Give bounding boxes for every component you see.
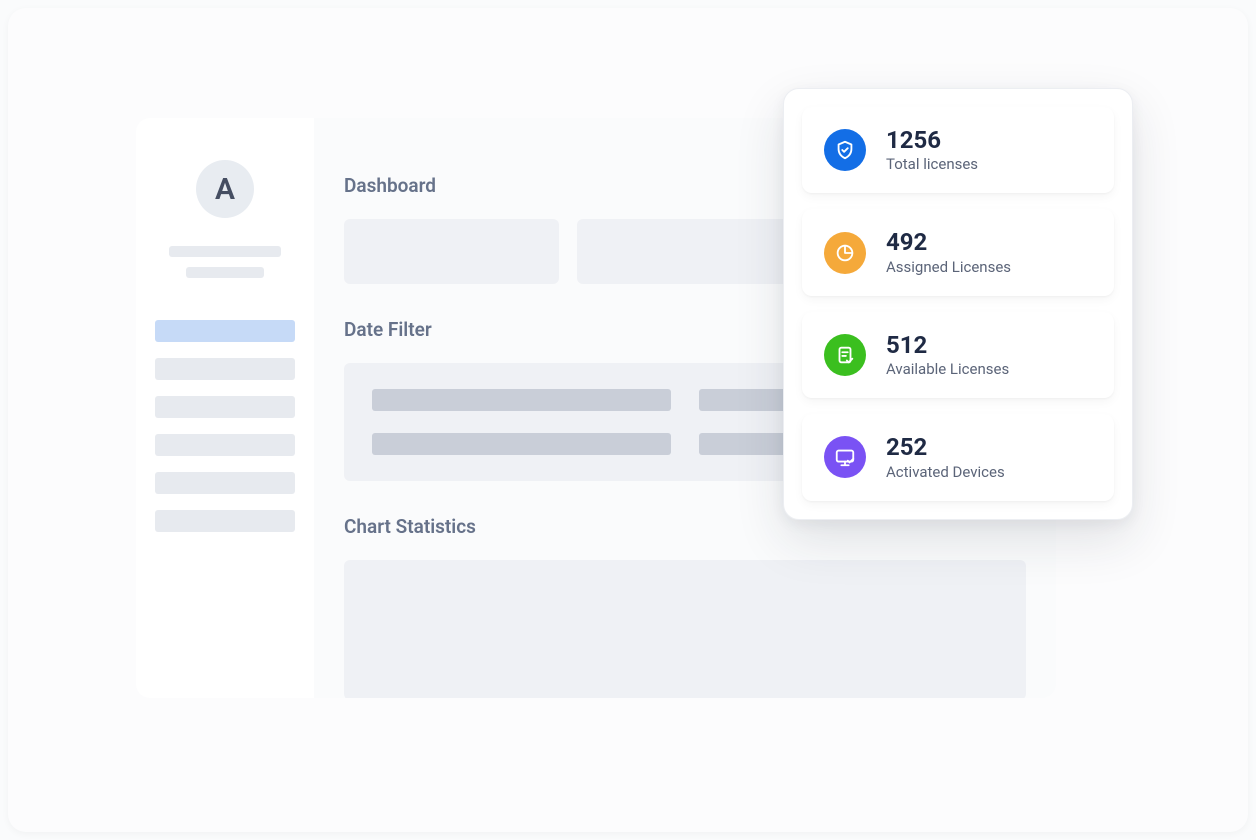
- stat-card-assigned-licenses[interactable]: 492 Assigned Licenses: [802, 209, 1114, 295]
- app-frame: A Dashboard Date Filter: [8, 8, 1248, 832]
- sidebar-nav-item[interactable]: [155, 434, 295, 456]
- avatar-initial: A: [215, 172, 235, 207]
- stat-card-total-licenses[interactable]: 1256 Total licenses: [802, 107, 1114, 193]
- stat-value: 492: [886, 229, 1011, 255]
- stat-label: Assigned Licenses: [886, 258, 1011, 276]
- sidebar-nav-item[interactable]: [155, 472, 295, 494]
- stat-label: Available Licenses: [886, 360, 1009, 378]
- stat-value: 512: [886, 332, 1009, 358]
- sidebar-nav-item-active[interactable]: [155, 320, 295, 342]
- shield-check-icon: [824, 129, 866, 171]
- filter-field-placeholder[interactable]: [372, 389, 671, 411]
- sidebar-nav-item[interactable]: [155, 396, 295, 418]
- sidebar-nav-item[interactable]: [155, 358, 295, 380]
- stat-card-activated-devices[interactable]: 252 Activated Devices: [802, 414, 1114, 500]
- sidebar: A: [136, 118, 314, 698]
- stats-panel: 1256 Total licenses 492 Assigned License…: [783, 88, 1133, 520]
- document-check-icon: [824, 334, 866, 376]
- dashboard-card-placeholder: [344, 219, 559, 284]
- stat-label: Activated Devices: [886, 463, 1005, 481]
- avatar[interactable]: A: [196, 160, 254, 218]
- stat-value: 252: [886, 434, 1005, 460]
- pie-slice-icon: [824, 232, 866, 274]
- stat-value: 1256: [886, 127, 978, 153]
- filter-field-placeholder[interactable]: [372, 433, 671, 455]
- sidebar-username-placeholder: [169, 246, 281, 257]
- stat-card-available-licenses[interactable]: 512 Available Licenses: [802, 312, 1114, 398]
- monitor-check-icon: [824, 436, 866, 478]
- stat-label: Total licenses: [886, 155, 978, 173]
- sidebar-nav-item[interactable]: [155, 510, 295, 532]
- sidebar-subtitle-placeholder: [186, 267, 264, 278]
- chart-panel-placeholder: [344, 560, 1026, 698]
- dashboard-card-placeholder: [577, 219, 792, 284]
